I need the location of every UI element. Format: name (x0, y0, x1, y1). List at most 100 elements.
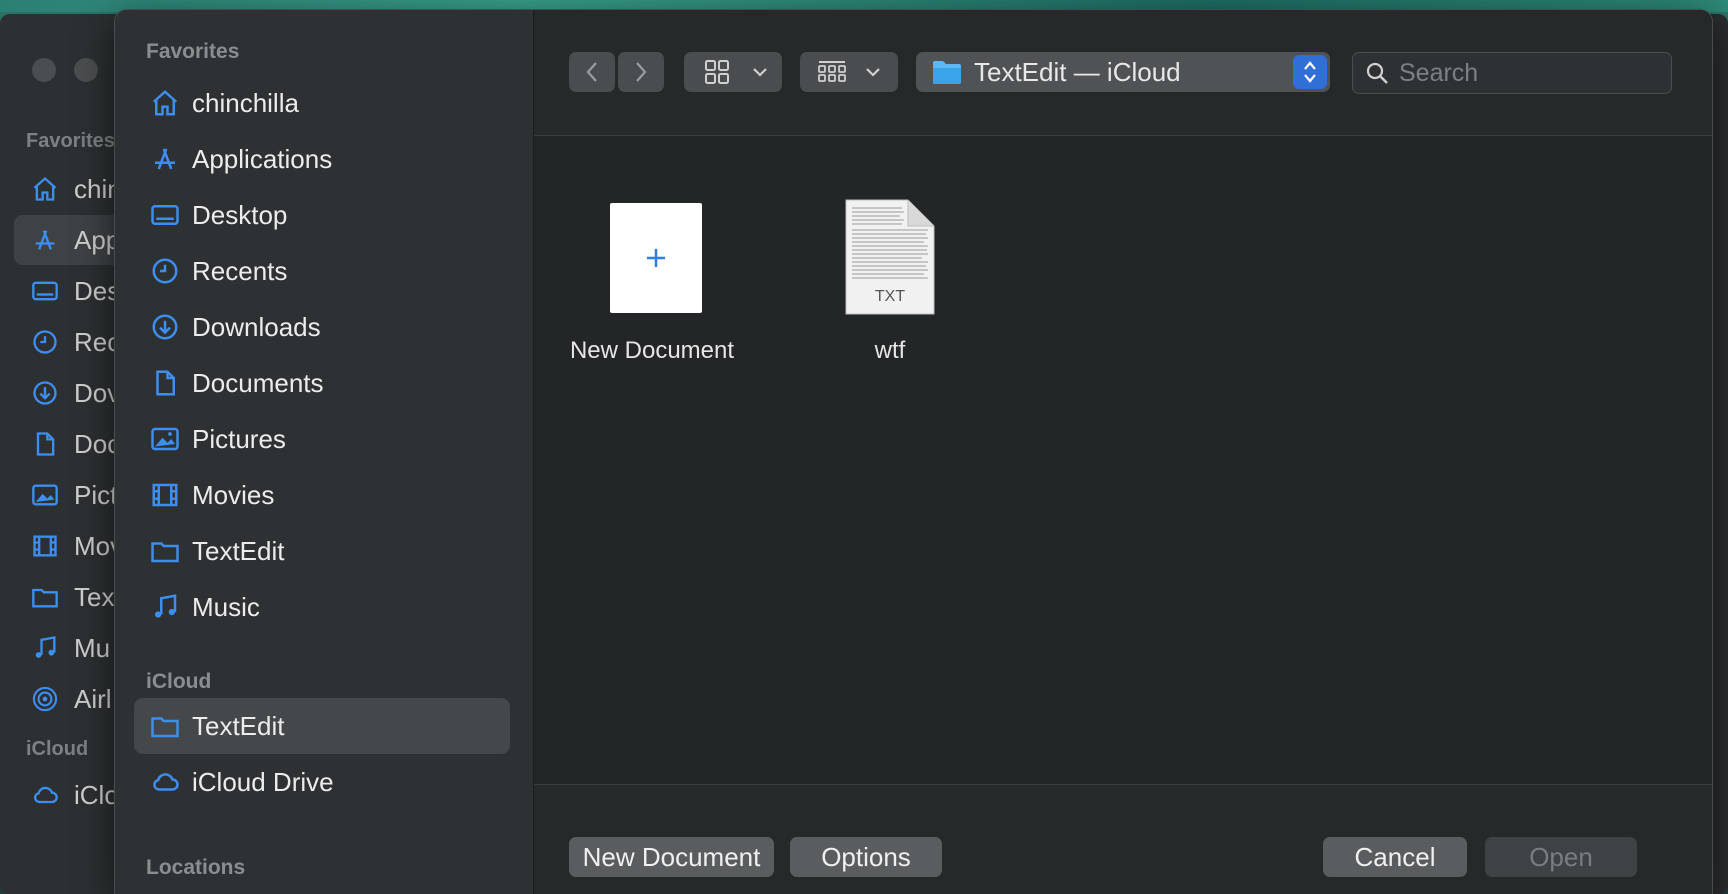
view-mode-menu[interactable] (684, 52, 782, 92)
cancel-button[interactable]: Cancel (1323, 837, 1467, 877)
sidebar-item-icloud-drive[interactable]: iCloud Drive (134, 754, 510, 810)
download-icon (28, 379, 62, 407)
window-close-button[interactable] (32, 58, 56, 82)
dialog-main: TextEdit — iCloud New Document (534, 10, 1712, 894)
desktop-icon (28, 277, 62, 305)
cloud-icon (148, 765, 182, 799)
sidebar-item-label: chinchilla (192, 87, 299, 118)
sidebar-item-label: Desktop (192, 199, 288, 230)
film-icon (148, 478, 182, 512)
sidebar-item-label: Music (192, 591, 260, 622)
dialog-sidebar: Favorites chinchilla Applications Deskto… (115, 10, 534, 894)
applications-icon (148, 142, 182, 176)
sidebar-item-pictures[interactable]: Pictures (134, 411, 510, 467)
sidebar-item-label: TextEdit (192, 535, 285, 566)
photo-icon (28, 481, 62, 509)
locations-header: Locations (146, 856, 246, 879)
bg-favorites-header: Favorites (26, 130, 115, 152)
bg-item-label: Doc (74, 428, 121, 459)
new-document-thumbnail (610, 203, 702, 313)
file-wtf[interactable]: TXT wtf (790, 182, 990, 382)
sidebar-item-label: Pictures (192, 423, 286, 454)
cloud-icon (28, 781, 62, 809)
folder-icon (148, 534, 182, 568)
music-icon (148, 590, 182, 624)
sidebar-item-textedit[interactable]: TextEdit (134, 523, 510, 579)
film-icon (28, 532, 62, 560)
sidebar-item-applications[interactable]: Applications (134, 131, 510, 187)
bg-item-label: Mu (74, 632, 111, 663)
popup-stepper-icon (1293, 55, 1327, 89)
search-input[interactable] (1397, 57, 1651, 89)
forward-button[interactable] (618, 52, 664, 92)
sidebar-item-label: Applications (192, 143, 333, 174)
sidebar-item-downloads[interactable]: Downloads (134, 299, 510, 355)
file-name: wtf (874, 337, 906, 364)
dialog-toolbar: TextEdit — iCloud (534, 10, 1712, 136)
chevron-left-icon (586, 62, 597, 82)
icon-grid-icon (705, 60, 729, 84)
bg-item-label: App (74, 224, 121, 255)
sidebar-item-label: Recents (192, 255, 288, 286)
desktop-icon (148, 198, 182, 232)
open-button[interactable]: Open (1485, 837, 1637, 877)
bg-item-label: Airl (74, 683, 112, 714)
txt-document-icon: TXT (844, 198, 936, 316)
window-minimize-button[interactable] (74, 58, 98, 82)
sidebar-item-icloud-textedit[interactable]: TextEdit (134, 698, 510, 754)
house-icon (28, 175, 62, 203)
file-type-badge: TXT (874, 288, 906, 305)
chevron-down-icon (866, 68, 880, 77)
options-button[interactable]: Options (790, 837, 942, 877)
document-icon (28, 430, 62, 458)
dialog-button-bar: New Document Options Cancel Open (534, 784, 1712, 894)
folder-icon (28, 583, 62, 611)
document-icon (148, 366, 182, 400)
clock-icon (148, 254, 182, 288)
sidebar-item-label: TextEdit (192, 710, 285, 741)
background-sidebar: Favorites chin App Des Rec Dov Doc Pict (0, 14, 194, 894)
sidebar-item-desktop[interactable]: Desktop (134, 187, 510, 243)
bg-item-label: Rec (74, 326, 121, 357)
sidebar-item-documents[interactable]: Documents (134, 355, 510, 411)
icloud-header: iCloud (146, 670, 212, 693)
location-popup[interactable]: TextEdit — iCloud (916, 52, 1330, 92)
chevron-down-icon (753, 68, 767, 77)
bg-item-label: Tex (74, 581, 115, 612)
sidebar-item-recents[interactable]: Recents (134, 243, 510, 299)
bg-item-label: Des (74, 275, 121, 306)
applications-icon (28, 226, 62, 254)
new-document-button[interactable]: New Document (569, 837, 774, 877)
sidebar-item-movies[interactable]: Movies (134, 467, 510, 523)
sidebar-item-label: iCloud Drive (192, 766, 334, 797)
folder-icon (148, 709, 182, 743)
search-field[interactable] (1352, 52, 1672, 94)
sidebar-item-label: Movies (192, 479, 275, 510)
house-icon (148, 86, 182, 120)
bg-item-label: iClo (74, 779, 119, 810)
sidebar-item-chinchilla[interactable]: chinchilla (134, 75, 510, 131)
file-new-document[interactable]: New Document (552, 182, 752, 382)
file-name: New Document (569, 337, 735, 364)
chevron-right-icon (636, 62, 647, 82)
group-icon (818, 61, 846, 82)
open-dialog: Favorites chinchilla Applications Deskto… (115, 10, 1712, 894)
bg-icloud-header: iCloud (26, 738, 89, 760)
search-icon (1366, 62, 1388, 84)
bg-item-label: Pict (74, 479, 118, 510)
download-icon (148, 310, 182, 344)
bg-item-label: Dov (74, 377, 121, 408)
location-label: TextEdit — iCloud (974, 56, 1181, 87)
music-icon (28, 634, 62, 662)
back-button[interactable] (569, 52, 615, 92)
airdrop-icon (28, 685, 62, 713)
folder-icon (933, 61, 961, 84)
clock-icon (28, 328, 62, 356)
group-by-menu[interactable] (800, 52, 898, 92)
sidebar-item-label: Documents (192, 367, 324, 398)
sidebar-item-label: Downloads (192, 311, 321, 342)
favorites-header: Favorites (146, 40, 240, 63)
sidebar-item-music[interactable]: Music (134, 579, 510, 635)
plus-icon (647, 249, 665, 267)
photo-icon (148, 422, 182, 456)
